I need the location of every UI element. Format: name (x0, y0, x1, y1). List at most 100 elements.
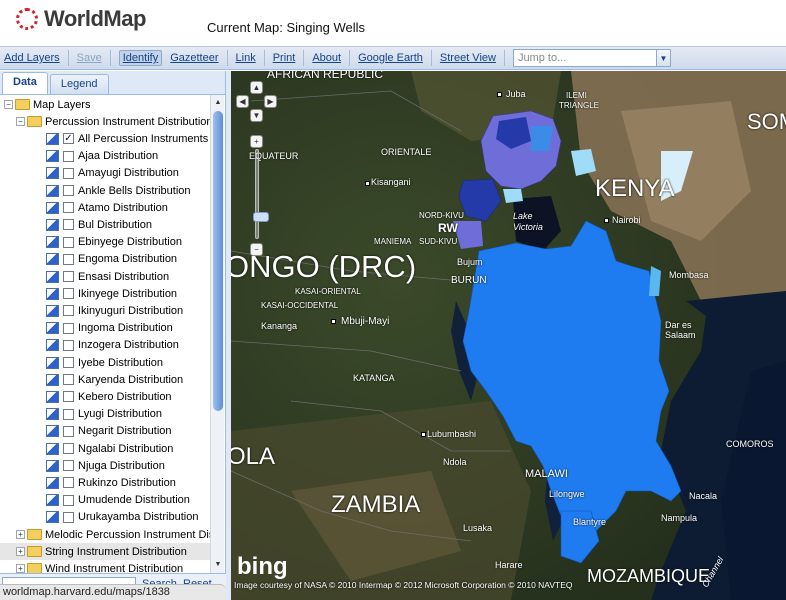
layer-item[interactable]: ✓ All Percussion Instruments (46, 130, 208, 147)
tree-item-label: Kebero Distribution (78, 390, 172, 403)
expand-icon[interactable]: + (16, 547, 25, 557)
google-earth-button[interactable]: Google Earth (358, 52, 423, 64)
layer-checkbox[interactable] (63, 494, 74, 506)
map-canvas[interactable]: AFRICAN REPUBLIC Juba ILEMI TRIANGLE SOM… (231, 71, 786, 600)
jump-to-input[interactable]: Jump to... (512, 49, 657, 67)
layer-icon (46, 253, 59, 266)
zoom-slider[interactable] (253, 149, 269, 239)
layer-item[interactable]: Iyebe Distribution (46, 354, 163, 371)
layer-item[interactable]: Karyenda Distribution (46, 371, 183, 388)
layer-item[interactable]: Ngalabi Distribution (46, 440, 173, 457)
map-label-angola: OLA (231, 443, 276, 470)
layer-item[interactable]: Kebero Distribution (46, 388, 172, 405)
logo-text: WorldMap (44, 6, 146, 31)
tree-scrollbar[interactable]: ▲ ▼ (210, 95, 224, 573)
identify-button[interactable]: Identify (118, 50, 163, 66)
layer-checkbox[interactable] (63, 339, 74, 351)
layer-icon (46, 408, 59, 421)
layer-item[interactable]: Umudende Distribution (46, 492, 190, 509)
layer-item[interactable]: Ajaa Distribution (46, 148, 158, 165)
toolbar-separator (67, 50, 69, 66)
print-button[interactable]: Print (273, 52, 296, 64)
layer-checkbox[interactable] (63, 150, 74, 162)
layer-icon (46, 425, 59, 438)
layer-icon (46, 390, 59, 403)
layer-item[interactable]: Ensasi Distribution (46, 268, 169, 285)
pan-down-icon[interactable]: ▼ (250, 109, 263, 122)
map-label-mombasa: Mombasa (669, 270, 709, 280)
zoom-in-icon[interactable]: + (250, 135, 263, 148)
layer-checkbox[interactable] (63, 391, 74, 403)
pan-left-icon[interactable]: ◀ (236, 95, 249, 108)
layer-checkbox[interactable] (63, 271, 74, 282)
worldmap-logo[interactable]: WorldMap (16, 6, 146, 32)
zoom-out-icon[interactable]: − (250, 243, 263, 256)
jump-dropdown-button[interactable]: ▼ (656, 49, 671, 67)
folder-icon (27, 546, 42, 558)
layer-checkbox[interactable] (63, 236, 74, 248)
pan-right-icon[interactable]: ▶ (264, 95, 277, 108)
layer-checkbox[interactable] (63, 357, 74, 368)
tree-group-string[interactable]: + String Instrument Distribution (0, 543, 210, 561)
scroll-up-icon[interactable]: ▲ (212, 97, 224, 109)
map-label-blantyre: Blantyre (573, 517, 607, 527)
tree-item-label: Amayugi Distribution (78, 167, 179, 180)
layer-icon (46, 356, 59, 369)
expand-icon[interactable]: + (16, 530, 25, 539)
scroll-down-icon[interactable]: ▼ (212, 559, 224, 571)
tree-group-wind[interactable]: + Wind Instrument Distribution (16, 560, 183, 573)
layer-item[interactable]: Njuga Distribution (46, 457, 165, 474)
layer-item[interactable]: Atamo Distribution (46, 199, 168, 216)
layer-item[interactable]: Ikinyuguri Distribution (46, 302, 183, 319)
layer-checkbox[interactable] (63, 477, 74, 489)
save-button[interactable]: Save (77, 52, 102, 64)
layer-item[interactable]: Rukinzo Distribution (46, 474, 176, 491)
link-button[interactable]: Link (236, 52, 256, 64)
layer-checkbox[interactable]: ✓ (63, 133, 74, 145)
pan-up-icon[interactable]: ▲ (250, 81, 263, 94)
tree-item-label: Ensasi Distribution (78, 270, 170, 283)
layer-checkbox[interactable] (63, 322, 74, 334)
layer-checkbox[interactable] (63, 511, 74, 523)
layer-checkbox[interactable] (63, 443, 74, 454)
collapse-icon[interactable]: − (4, 100, 13, 109)
zoom-slider-thumb[interactable] (253, 212, 269, 222)
tab-data[interactable]: Data (2, 72, 48, 94)
layer-checkbox[interactable] (63, 374, 74, 386)
layer-item[interactable]: Negarit Distribution (46, 423, 172, 440)
map-label-juba: Juba (506, 89, 526, 99)
about-button[interactable]: About (312, 52, 341, 64)
layer-item[interactable]: Inzogera Distribution (46, 337, 179, 354)
scrollbar-thumb[interactable] (213, 111, 223, 411)
layer-item[interactable]: Amayugi Distribution (46, 165, 179, 182)
layer-checkbox[interactable] (63, 460, 74, 472)
layer-item[interactable]: Lyugi Distribution (46, 406, 162, 423)
layer-item[interactable]: Engoma Distribution (46, 251, 177, 268)
street-view-button[interactable]: Street View (440, 52, 496, 64)
layer-item[interactable]: Ebinyege Distribution (46, 234, 182, 251)
tab-legend[interactable]: Legend (49, 74, 109, 94)
layer-item[interactable]: Bul Distribution (46, 216, 152, 233)
map-copyright: Image courtesy of NASA © 2010 Intermap ©… (234, 580, 573, 590)
tree-group-percussion[interactable]: − Percussion Instrument Distribution (16, 113, 210, 130)
layer-item[interactable]: Urukayamba Distribution (46, 509, 198, 526)
layer-checkbox[interactable] (63, 219, 74, 231)
tree-group-melodic[interactable]: + Melodic Percussion Instrument Distrib (16, 526, 210, 543)
add-layers-button[interactable]: Add Layers (4, 52, 60, 64)
layer-checkbox[interactable] (63, 305, 74, 317)
expand-icon[interactable]: + (16, 564, 25, 573)
layer-checkbox[interactable] (63, 202, 74, 214)
layer-checkbox[interactable] (63, 408, 74, 420)
layer-checkbox[interactable] (63, 425, 74, 437)
layer-item[interactable]: Ankle Bells Distribution (46, 182, 191, 199)
collapse-icon[interactable]: − (16, 117, 25, 127)
layer-checkbox[interactable] (63, 167, 74, 179)
layer-item[interactable]: Ikinyege Distribution (46, 285, 177, 302)
gazetteer-button[interactable]: Gazetteer (170, 52, 218, 64)
layer-item[interactable]: Ingoma Distribution (46, 320, 173, 337)
map-label-nacala: Nacala (689, 491, 718, 501)
tree-root-map-layers[interactable]: − Map Layers (4, 96, 90, 113)
layer-checkbox[interactable] (63, 288, 74, 300)
layer-checkbox[interactable] (63, 185, 74, 196)
layer-checkbox[interactable] (63, 253, 74, 265)
